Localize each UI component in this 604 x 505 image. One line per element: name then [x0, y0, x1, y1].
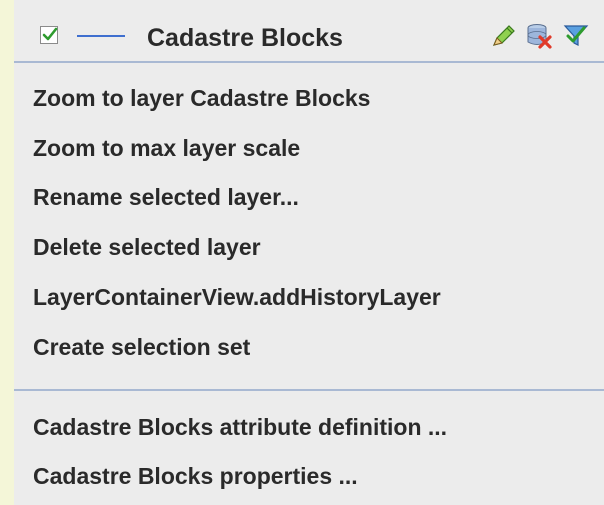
edit-pencil-icon[interactable]	[489, 22, 517, 50]
layer-header-row[interactable]: Cadastre Blocks	[14, 0, 604, 62]
menu-item-zoom-to-max-scale[interactable]: Zoom to max layer scale	[33, 134, 300, 162]
menu-item-rename-layer[interactable]: Rename selected layer...	[33, 183, 299, 211]
layer-context-menu: Cadastre Blocks Zoom to layer Cadastre B…	[14, 0, 604, 505]
menu-item-zoom-to-layer[interactable]: Zoom to layer Cadastre Blocks	[33, 84, 370, 112]
checkmark-icon	[42, 27, 58, 41]
layer-name: Cadastre Blocks	[147, 24, 343, 52]
menu-item-create-selection-set[interactable]: Create selection set	[33, 333, 250, 361]
menu-item-delete-layer[interactable]: Delete selected layer	[33, 233, 261, 261]
menu-item-properties[interactable]: Cadastre Blocks properties ...	[33, 462, 358, 490]
menu-item-add-history-layer[interactable]: LayerContainerView.addHistoryLayer	[33, 283, 441, 311]
layer-line-symbol	[77, 35, 125, 37]
menu-item-attribute-definition[interactable]: Cadastre Blocks attribute definition ...	[33, 413, 447, 441]
background-panel	[0, 0, 14, 505]
menu-separator	[14, 61, 604, 63]
filter-funnel-icon[interactable]	[562, 22, 590, 50]
delete-database-icon[interactable]	[525, 22, 553, 50]
menu-separator	[14, 389, 604, 391]
layer-visibility-checkbox[interactable]	[40, 26, 58, 44]
